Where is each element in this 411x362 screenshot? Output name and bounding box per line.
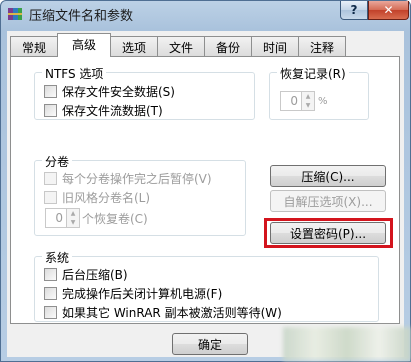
- tab-comment[interactable]: 注释: [298, 36, 346, 56]
- checkbox-label: 保存文件安全数据(S): [62, 84, 175, 99]
- help-button[interactable]: ?: [340, 1, 368, 20]
- checkbox-label: 后台压缩(B): [62, 267, 128, 282]
- recovery-record-spinner[interactable]: 0 ▲ ▼: [280, 91, 315, 111]
- system-group: 系统 后台压缩(B) 完成操作后关闭计算机电源(F) 如果其它 WinRAR 副…: [34, 249, 379, 322]
- percent-unit: %: [318, 95, 328, 107]
- ntfs-options-legend: NTFS 选项: [42, 65, 107, 82]
- tab-options[interactable]: 选项: [110, 36, 158, 56]
- recovery-volumes-input[interactable]: 0: [45, 208, 67, 228]
- recovery-volumes-row: 0 ▲ ▼ 个恢复卷(C): [45, 208, 148, 228]
- spin-down-icon[interactable]: ▼: [302, 101, 314, 110]
- dialog-body: 常规 高级 选项 文件 备份 时间 注释 NTFS 选项 保存文件安全数据(S)…: [7, 31, 404, 357]
- checkbox-label: 保存文件流数据(T): [62, 103, 163, 118]
- wait-other-copies-checkbox[interactable]: 如果其它 WinRAR 副本被激活则等待(W): [44, 304, 282, 320]
- checkbox-box[interactable]: [44, 286, 57, 300]
- recovery-volumes-spinner[interactable]: 0 ▲ ▼: [45, 208, 80, 228]
- pause-after-volume-checkbox[interactable]: 每个分卷操作完之后暂停(V): [44, 170, 212, 186]
- dialog-window: 压缩文件名和参数 ? ✕ 常规 高级 选项 文件 备份 时间 注释 NTFS 选…: [0, 0, 411, 362]
- recovery-record-input[interactable]: 0: [280, 91, 302, 111]
- recovery-volumes-label: 个恢复卷(C): [82, 211, 148, 226]
- checkbox-label: 完成操作后关闭计算机电源(F): [62, 286, 223, 301]
- save-security-checkbox[interactable]: 保存文件安全数据(S): [44, 83, 175, 99]
- power-off-checkbox[interactable]: 完成操作后关闭计算机电源(F): [44, 285, 222, 301]
- old-style-names-checkbox[interactable]: 旧风格分卷名(L): [44, 189, 150, 205]
- save-streams-checkbox[interactable]: 保存文件流数据(T): [44, 102, 163, 118]
- checkbox-box[interactable]: [44, 305, 57, 319]
- volumes-legend: 分卷: [42, 153, 73, 170]
- checkbox-box[interactable]: [44, 84, 57, 98]
- recovery-record-row: 0 ▲ ▼ %: [280, 91, 328, 111]
- checkbox-box[interactable]: [44, 171, 57, 185]
- tab-time[interactable]: 时间: [251, 36, 299, 56]
- spin-up-icon[interactable]: ▲: [67, 209, 79, 218]
- background-compress-checkbox[interactable]: 后台压缩(B): [44, 266, 128, 282]
- spin-down-icon[interactable]: ▼: [67, 218, 79, 227]
- tab-files[interactable]: 文件: [157, 36, 205, 56]
- checkbox-box[interactable]: [44, 103, 57, 117]
- checkbox-box[interactable]: [44, 190, 57, 204]
- ok-button[interactable]: 确定: [172, 333, 248, 355]
- checkbox-label: 如果其它 WinRAR 副本被激活则等待(W): [62, 305, 282, 320]
- compression-button[interactable]: 压缩(C)...: [270, 165, 386, 187]
- checkbox-label: 每个分卷操作完之后暂停(V): [62, 171, 212, 186]
- system-legend: 系统: [42, 249, 73, 266]
- tab-general[interactable]: 常规: [10, 36, 58, 56]
- tab-backup[interactable]: 备份: [204, 36, 252, 56]
- title-bar[interactable]: 压缩文件名和参数 ? ✕: [1, 1, 410, 29]
- volumes-group: 分卷 每个分卷操作完之后暂停(V) 旧风格分卷名(L) 0 ▲ ▼ 个恢复卷(C…: [34, 153, 246, 236]
- watermark-blur: [283, 327, 411, 361]
- close-button[interactable]: ✕: [368, 1, 409, 20]
- sfx-options-button[interactable]: 自解压选项(X)...: [270, 190, 386, 212]
- tab-advanced[interactable]: 高级: [57, 33, 111, 57]
- ntfs-options-group: NTFS 选项 保存文件安全数据(S) 保存文件流数据(T): [34, 65, 255, 120]
- window-title: 压缩文件名和参数: [29, 9, 134, 24]
- advanced-tab-page: NTFS 选项 保存文件安全数据(S) 保存文件流数据(T) 恢复记录(R) 0: [10, 56, 400, 324]
- recovery-record-legend: 恢复记录(R): [277, 65, 349, 82]
- set-password-button[interactable]: 设置密码(P)...: [270, 222, 386, 244]
- spinner-arrows[interactable]: ▲ ▼: [302, 91, 315, 111]
- spinner-arrows[interactable]: ▲ ▼: [67, 208, 80, 228]
- spin-up-icon[interactable]: ▲: [302, 92, 314, 101]
- checkbox-box[interactable]: [44, 267, 57, 281]
- recovery-record-group: 恢复记录(R) 0 ▲ ▼ %: [269, 65, 369, 120]
- winrar-app-icon: [8, 8, 22, 20]
- checkbox-label: 旧风格分卷名(L): [62, 190, 151, 205]
